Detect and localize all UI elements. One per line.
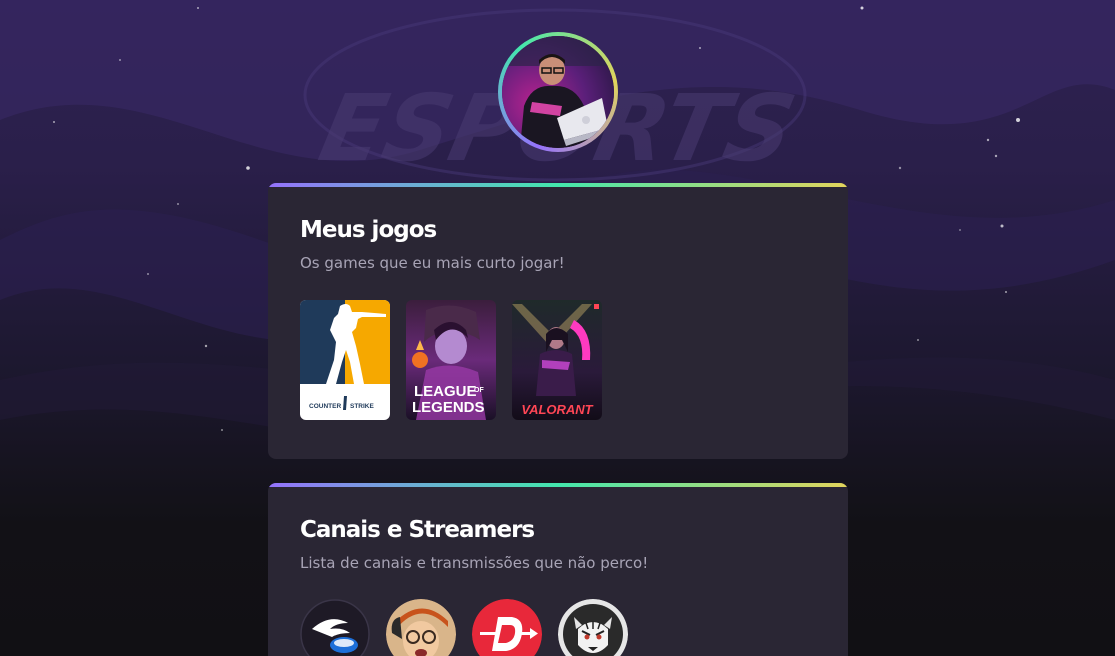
games-list: COUNTER STRIKE LEAGUE OF LEGENDS VALORAN… [300, 300, 602, 420]
games-card: Meus jogos Os games que eu mais curto jo… [268, 183, 848, 459]
channels-subtitle: Lista de canais e transmissões que não p… [300, 554, 649, 572]
league-of-legends-cover: LEAGUE OF LEGENDS [406, 300, 496, 420]
lol-logo-of: OF [474, 387, 484, 394]
channels-card: Canais e Streamers Lista de canais e tra… [268, 483, 848, 656]
game-league-of-legends[interactable]: LEAGUE OF LEGENDS [406, 300, 496, 420]
valorant-cover: VALORANT [512, 300, 602, 420]
channel-avatar-3[interactable] [472, 599, 542, 656]
tiger-logo-icon [558, 599, 628, 656]
lol-logo-line1: LEAGUE [414, 383, 477, 400]
channels-list [300, 599, 628, 656]
red-d-logo-icon [472, 599, 542, 656]
profile-avatar[interactable] [498, 32, 618, 152]
game-counter-strike[interactable]: COUNTER STRIKE [300, 300, 390, 420]
avatar-image [502, 36, 614, 148]
cs-logo-line2: STRIKE [350, 403, 375, 410]
valorant-logo: VALORANT [521, 402, 593, 417]
gamer-illustration [502, 36, 614, 148]
games-title: Meus jogos [300, 217, 437, 243]
game-valorant[interactable]: VALORANT [512, 300, 602, 420]
channel-avatar-4[interactable] [558, 599, 628, 656]
winged-logo-icon [300, 599, 370, 656]
channel-avatar-1[interactable] [300, 599, 370, 656]
lol-logo-line2: LEGENDS [412, 399, 485, 416]
cartoon-streamer-icon [386, 599, 456, 656]
cs-logo-line1: COUNTER [309, 403, 341, 410]
games-subtitle: Os games que eu mais curto jogar! [300, 254, 565, 272]
channels-title: Canais e Streamers [300, 517, 535, 543]
counter-strike-cover: COUNTER STRIKE [300, 300, 390, 420]
channel-avatar-2[interactable] [386, 599, 456, 656]
